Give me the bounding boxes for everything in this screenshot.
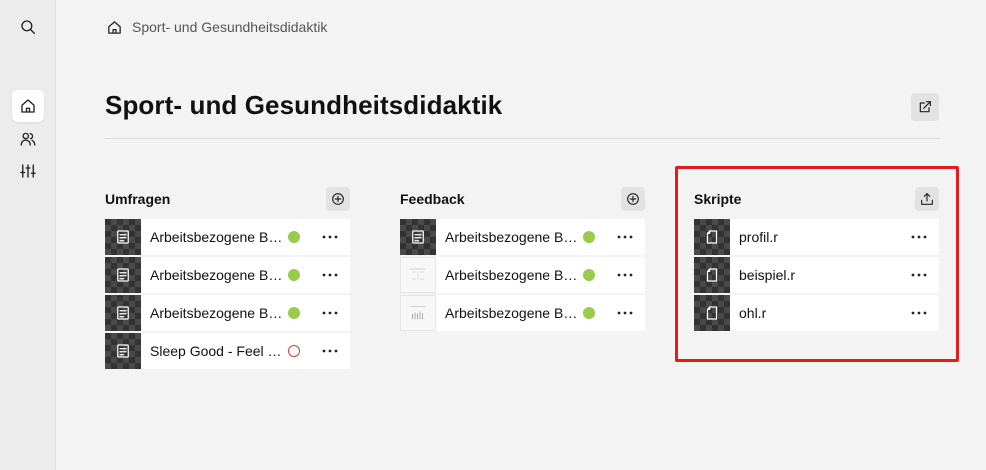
column-feedback: Feedback Arbeitsbezogene Belastungen im … [400, 187, 645, 333]
status-indicator [288, 269, 300, 281]
list-item[interactable]: Arbeitsbezogene Belastungen im Lehramt [105, 295, 350, 331]
search-button[interactable] [12, 11, 44, 43]
more-button[interactable] [615, 234, 635, 240]
title-divider [105, 138, 940, 139]
users-icon [20, 132, 36, 146]
users-button[interactable] [12, 123, 44, 155]
item-label: Arbeitsbezogene Belastungen im Lehramt [150, 305, 288, 321]
more-button[interactable] [320, 234, 340, 240]
item-label: Arbeitsbezogene Belastungen im Lehramt [445, 267, 583, 283]
more-icon [322, 273, 338, 277]
more-button[interactable] [909, 234, 929, 240]
more-icon [911, 273, 927, 277]
add-survey-button[interactable] [326, 187, 350, 211]
more-button[interactable] [615, 272, 635, 278]
list-item[interactable]: Arbeitsbezogene Belastungen im Lehramt [400, 257, 645, 293]
survey-icon [412, 230, 424, 244]
file-icon [706, 230, 718, 244]
thumbnail [105, 333, 141, 369]
more-icon [911, 311, 927, 315]
list-item[interactable]: Arbeitsbezogene Belastungen im Lehramt [400, 295, 645, 331]
thumbnail [694, 295, 730, 331]
thumbnail [694, 257, 730, 293]
search-icon [21, 20, 36, 35]
more-icon [322, 349, 338, 353]
home-button[interactable] [12, 90, 44, 122]
home-icon[interactable] [106, 19, 123, 36]
upload-script-button[interactable] [915, 187, 939, 211]
status-indicator [583, 269, 595, 281]
item-label: profil.r [739, 229, 778, 245]
list-item[interactable]: beispiel.r [694, 257, 939, 293]
list-item[interactable]: Sleep Good - Feel Good [105, 333, 350, 369]
status-indicator [288, 307, 300, 319]
upload-icon [921, 193, 933, 205]
column-umfragen: Umfragen Arbeitsbezogene Belastungen im … [105, 187, 350, 371]
list-item[interactable]: Arbeitsbezogene Belastungen im Lehramt [400, 219, 645, 255]
status-indicator [288, 345, 300, 357]
diagram-preview-icon [410, 268, 426, 280]
survey-icon [117, 344, 129, 358]
list-item[interactable]: Arbeitsbezogene Belastungen im Lehramt [105, 257, 350, 293]
item-label: Sleep Good - Feel Good [150, 343, 288, 359]
sliders-icon [20, 164, 36, 178]
survey-icon [117, 306, 129, 320]
item-label: Arbeitsbezogene Belastungen im Lehramt [445, 305, 583, 321]
more-icon [322, 311, 338, 315]
more-button[interactable] [320, 272, 340, 278]
list-item[interactable]: ohl.r [694, 295, 939, 331]
thumbnail [105, 257, 141, 293]
more-button[interactable] [320, 348, 340, 354]
more-icon [322, 235, 338, 239]
more-icon [617, 235, 633, 239]
breadcrumb-item[interactable]: Sport- und Gesundheitsdidaktik [132, 19, 327, 35]
file-icon [706, 306, 718, 320]
open-external-button[interactable] [911, 93, 939, 121]
thumbnail [400, 219, 436, 255]
bar-chart-preview-icon [410, 306, 426, 320]
column-title: Skripte [694, 191, 742, 207]
more-icon [617, 311, 633, 315]
list-item[interactable]: profil.r [694, 219, 939, 255]
column-title: Feedback [400, 191, 465, 207]
settings-button[interactable] [12, 155, 44, 187]
thumbnail [694, 219, 730, 255]
plus-circle-icon [332, 193, 344, 205]
sidebar [0, 0, 56, 470]
external-link-icon [919, 101, 931, 113]
column-skripte: Skripte profil.r beispiel.r ohl.r [694, 187, 939, 333]
column-title: Umfragen [105, 191, 171, 207]
more-button[interactable] [909, 310, 929, 316]
survey-icon [117, 268, 129, 282]
home-icon [21, 99, 35, 113]
thumbnail-preview [400, 295, 436, 331]
item-label: ohl.r [739, 305, 767, 321]
item-label: Arbeitsbezogene Belastungen im Lehramt [150, 267, 288, 283]
thumbnail [105, 219, 141, 255]
page-title: Sport- und Gesundheitsdidaktik [105, 90, 503, 120]
more-button[interactable] [615, 310, 635, 316]
more-button[interactable] [320, 310, 340, 316]
item-label: Arbeitsbezogene Belastungen im Lehramt [445, 229, 583, 245]
more-icon [617, 273, 633, 277]
more-button[interactable] [909, 272, 929, 278]
status-indicator [583, 231, 595, 243]
status-indicator [288, 231, 300, 243]
more-icon [911, 235, 927, 239]
add-feedback-button[interactable] [621, 187, 645, 211]
thumbnail-preview [400, 257, 436, 293]
list-item[interactable]: Arbeitsbezogene Belastungen im Lehramt [105, 219, 350, 255]
item-label: Arbeitsbezogene Belastungen im Lehramt [150, 229, 288, 245]
file-icon [706, 268, 718, 282]
thumbnail [105, 295, 141, 331]
survey-icon [117, 230, 129, 244]
breadcrumb: Sport- und Gesundheitsdidaktik [106, 17, 327, 37]
plus-circle-icon [627, 193, 639, 205]
item-label: beispiel.r [739, 267, 796, 283]
status-indicator [583, 307, 595, 319]
